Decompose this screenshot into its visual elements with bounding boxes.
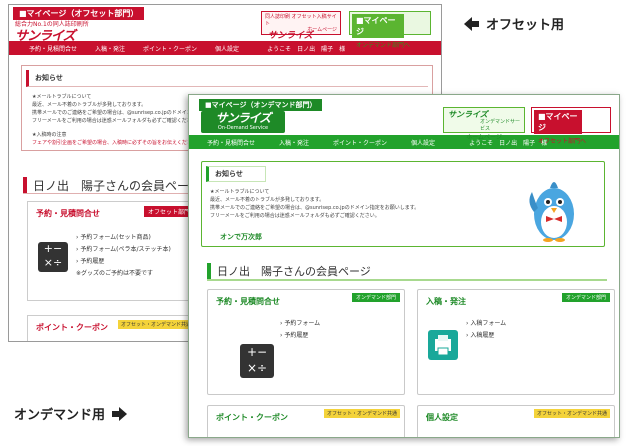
ondemand-page-tag: ■マイページ（オンデマンド部門） bbox=[199, 99, 323, 111]
bird-mascot-icon bbox=[529, 182, 574, 242]
ondemand-reserve-links: › 予約フォーム › 予約履歴 bbox=[280, 318, 320, 342]
offset-switch-label: オンデマンド部門へ bbox=[356, 42, 411, 49]
ondemand-nav-order[interactable]: 入稿・発注 bbox=[279, 138, 309, 147]
ondemand-reserve-badge: オンデマンド部門 bbox=[351, 293, 400, 302]
ondemand-home-button[interactable]: サンライズ オンデマンドサービス ホームページ bbox=[443, 107, 525, 141]
offset-nav-order[interactable]: 入稿・発注 bbox=[95, 44, 125, 53]
offset-member-title: 日ノ出 陽子さんの会員ページ bbox=[23, 177, 201, 194]
arrow-left-icon bbox=[464, 16, 479, 31]
offset-nav-points[interactable]: ポイント・クーポン bbox=[143, 44, 197, 53]
ondemand-nav-reserve[interactable]: 予約・見積問合せ bbox=[207, 138, 255, 147]
ondemand-member-divider bbox=[207, 279, 607, 281]
calculator-icon: +− ×÷ bbox=[240, 344, 274, 378]
ondemand-member-title: 日ノ出 陽子さんの会員ページ bbox=[207, 263, 371, 279]
offset-label-text: オフセット用 bbox=[486, 18, 565, 33]
ondemand-mypage-label: ■マイページ bbox=[534, 110, 582, 134]
offset-label: オフセット用 bbox=[464, 14, 564, 33]
link-label: 予約フォーム(セット商品) bbox=[80, 234, 151, 241]
ondemand-notice-signature: オンで万次郎 bbox=[220, 233, 262, 241]
link-label: 予約履歴 bbox=[80, 258, 105, 265]
ondemand-logo[interactable]: サンライズ On-Demand Service bbox=[201, 111, 285, 133]
ondemand-link-reserve-form[interactable]: › 予約フォーム bbox=[280, 318, 320, 330]
ondemand-settings-card: 個人設定 オフセット・オンデマンド共通 bbox=[417, 405, 615, 437]
ondemand-header: ■マイページ（オンデマンド部門） サンライズ On-Demand Service… bbox=[189, 95, 619, 145]
ondemand-mypage-window: ■マイページ（オンデマンド部門） サンライズ On-Demand Service… bbox=[188, 94, 620, 438]
ondemand-logo-sub: On-Demand Service bbox=[217, 125, 269, 131]
offset-home-button-label: ホームページ bbox=[307, 27, 337, 33]
link-label: 予約フォーム(ペラ本/ステッチ本) bbox=[80, 246, 171, 253]
offset-link-set-form[interactable]: › 予約フォーム(セット商品) bbox=[76, 232, 171, 244]
offset-mypage-label: ■マイページ bbox=[352, 14, 404, 38]
link-label: 予約履歴 bbox=[284, 332, 309, 339]
ondemand-order-links: › 入稿フォーム › 入稿履歴 bbox=[466, 318, 506, 342]
ondemand-switch-to-offset-button[interactable]: ■マイページ オフセット部門へ bbox=[531, 107, 611, 145]
ondemand-label-text: オンデマンド用 bbox=[14, 408, 106, 423]
ondemand-order-badge: オンデマンド部門 bbox=[561, 293, 610, 302]
ondemand-label: オンデマンド用 bbox=[14, 404, 128, 423]
offset-nav-settings[interactable]: 個人設定 bbox=[215, 44, 239, 53]
offset-nav-reserve[interactable]: 予約・見積問合せ bbox=[29, 44, 77, 53]
offset-reserve-badge: オフセット部門 bbox=[143, 206, 194, 217]
ondemand-home-button-label: ホームページ bbox=[466, 134, 502, 141]
offset-points-card: ポイント・クーポン オフセット・オンデマンド共通 bbox=[27, 315, 195, 341]
offset-logo[interactable]: サンライズ bbox=[15, 25, 76, 44]
ondemand-link-order-form[interactable]: › 入稿フォーム bbox=[466, 318, 506, 330]
ondemand-switch-label: オフセット部門へ bbox=[538, 138, 587, 145]
offset-link-pera-form[interactable]: › 予約フォーム(ペラ本/ステッチ本) bbox=[76, 244, 171, 256]
ondemand-logo-main: サンライズ bbox=[215, 111, 272, 125]
ondemand-points-card: ポイント・クーポン オフセット・オンデマンド共通 bbox=[207, 405, 405, 437]
link-label: 入稿履歴 bbox=[470, 332, 495, 339]
ondemand-link-order-history[interactable]: › 入稿履歴 bbox=[466, 330, 506, 342]
link-label: 予約フォーム bbox=[284, 320, 321, 327]
ondemand-nav-settings[interactable]: 個人設定 bbox=[411, 138, 435, 147]
offset-points-badge: オフセット・オンデマンド共通 bbox=[117, 320, 194, 329]
arrow-right-icon bbox=[112, 406, 128, 421]
ondemand-settings-badge: オフセット・オンデマンド共通 bbox=[533, 409, 610, 418]
offset-notice-title: お知らせ bbox=[26, 70, 428, 87]
offset-link-history[interactable]: › 予約履歴 bbox=[76, 256, 171, 268]
offset-goods-note: ※グッズのご予約は不要です bbox=[76, 270, 154, 277]
link-label: 入稿フォーム bbox=[470, 320, 507, 327]
ondemand-link-reserve-history[interactable]: › 予約履歴 bbox=[280, 330, 320, 342]
offset-reserve-links: › 予約フォーム(セット商品) › 予約フォーム(ペラ本/ステッチ本) › 予約… bbox=[76, 232, 171, 280]
offset-greeting: ようこそ 日ノ出 陽子 様 bbox=[267, 45, 346, 53]
printer-glyph bbox=[435, 335, 451, 356]
offset-header: ■マイページ（オフセット部門） 総合力No.1の同人誌印刷所 サンライズ 同人誌… bbox=[9, 5, 441, 49]
ondemand-order-card: 入稿・発注 オンデマンド部門 › 入稿フォーム › 入稿履歴 bbox=[417, 289, 615, 395]
ondemand-home-button-sub: オンデマンドサービス bbox=[480, 119, 521, 132]
offset-switch-to-ondemand-button[interactable]: ■マイページ オンデマンド部門へ bbox=[349, 11, 431, 49]
ondemand-notice-box: お知らせ ★メールトラブルについて 最近、メール不着のトラブルが多発しております… bbox=[201, 161, 605, 247]
ondemand-notice-title: お知らせ bbox=[206, 166, 266, 182]
printer-icon bbox=[428, 330, 458, 360]
ondemand-points-badge: オフセット・オンデマンド共通 bbox=[323, 409, 400, 418]
offset-reserve-card: 予約・見積問合せ オフセット部門 +− ×÷ › 予約フォーム(セット商品) › … bbox=[27, 201, 195, 301]
ondemand-nav-points[interactable]: ポイント・クーポン bbox=[333, 138, 387, 147]
calculator-icon: +− ×÷ bbox=[38, 242, 68, 272]
offset-home-button[interactable]: 同人誌印刷 オフセット入稿サイト サンライズ ホームページ bbox=[261, 11, 341, 41]
ondemand-reserve-card: 予約・見積問合せ オンデマンド部門 › 予約フォーム › 予約履歴 +− ×÷ bbox=[207, 289, 405, 395]
